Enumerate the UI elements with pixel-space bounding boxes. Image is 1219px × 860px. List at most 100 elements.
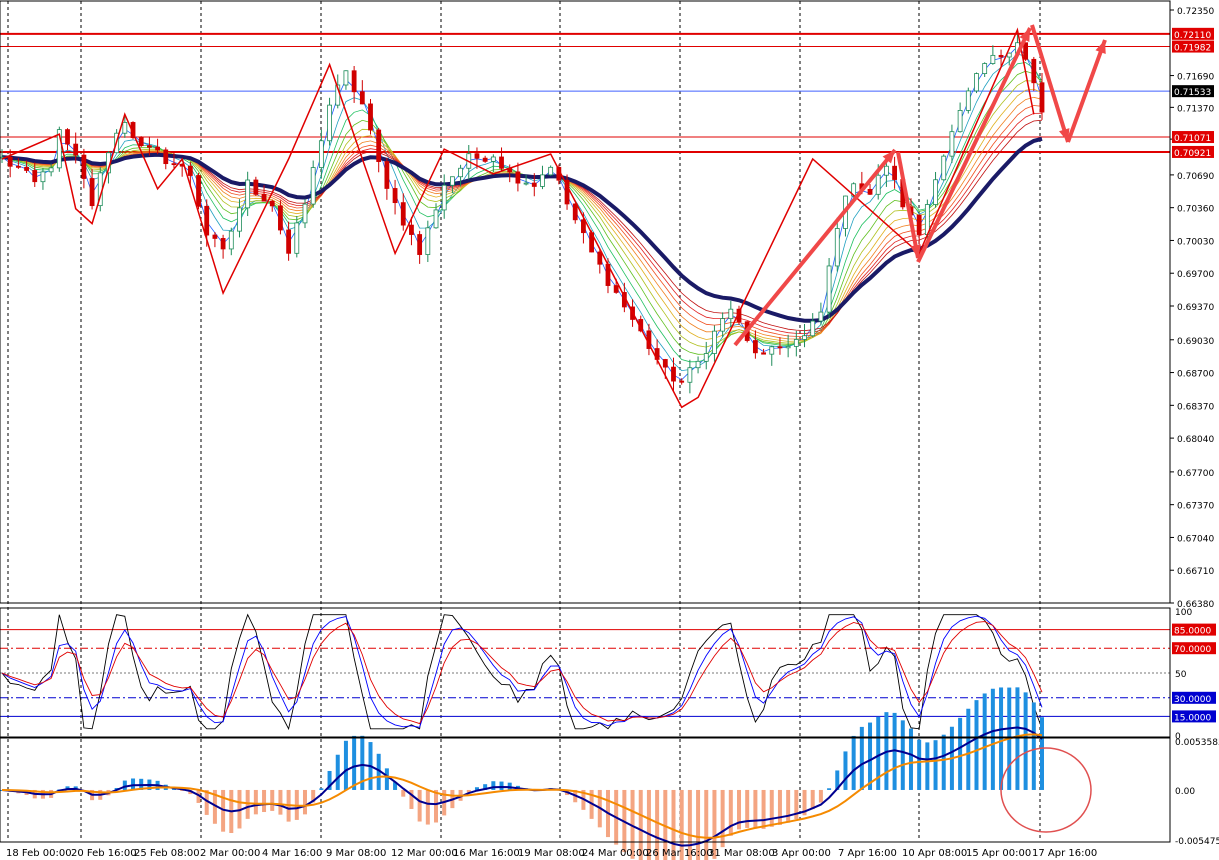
price-axis-label: 0.69030 bbox=[1177, 337, 1214, 347]
macd-histogram-bar bbox=[851, 735, 856, 790]
price-axis-label: 0.69370 bbox=[1177, 303, 1214, 313]
candle-body bbox=[1023, 42, 1029, 60]
macd-histogram-bar bbox=[990, 688, 995, 790]
candle-body bbox=[531, 182, 537, 187]
candle-body bbox=[220, 238, 226, 250]
price-axis-label: 0.71370 bbox=[1177, 104, 1214, 114]
oscillator-level-label: 85.0000 bbox=[1174, 627, 1211, 637]
macd-histogram-bar bbox=[1023, 692, 1028, 790]
candle-body bbox=[793, 339, 799, 347]
candle-body bbox=[15, 165, 21, 168]
candle-body bbox=[40, 171, 46, 183]
candle-body bbox=[1006, 52, 1012, 58]
oscillator-axis-label: 50 bbox=[1175, 670, 1187, 680]
macd-histogram-bar bbox=[859, 726, 864, 790]
candle-body bbox=[449, 176, 455, 186]
price-axis-label: 0.70030 bbox=[1177, 237, 1214, 247]
candle-body bbox=[24, 166, 29, 171]
candle-body bbox=[785, 346, 791, 349]
candle-body bbox=[245, 179, 251, 209]
candle-body bbox=[572, 203, 578, 221]
candle-body bbox=[540, 174, 545, 187]
macd-histogram-bar bbox=[769, 789, 774, 827]
candle-body bbox=[974, 73, 979, 92]
macd-histogram-bar bbox=[1040, 717, 1044, 790]
candle-body bbox=[351, 70, 357, 93]
macd-histogram-bar bbox=[720, 789, 725, 848]
macd-histogram-bar bbox=[827, 788, 832, 790]
price-axis-label: 0.70690 bbox=[1177, 172, 1214, 182]
candle-body bbox=[294, 222, 300, 254]
time-axis-label: 17 Apr 16:00 bbox=[1032, 848, 1097, 859]
candle-body bbox=[834, 228, 840, 267]
candle-body bbox=[712, 330, 717, 354]
candle-body bbox=[679, 380, 685, 383]
time-axis-label: 2 Mar 00:00 bbox=[200, 848, 260, 859]
candle-body bbox=[687, 367, 693, 383]
macd-histogram-bar bbox=[761, 789, 766, 829]
candle-body bbox=[147, 145, 152, 148]
candle-body bbox=[228, 230, 234, 250]
macd-histogram-bar bbox=[434, 789, 439, 823]
candle-body bbox=[826, 265, 832, 313]
macd-histogram-bar bbox=[1031, 702, 1036, 790]
candle-body bbox=[728, 308, 734, 320]
time-axis-label: 10 Apr 08:00 bbox=[902, 848, 967, 859]
macd-histogram-bar bbox=[786, 789, 791, 823]
candle-body bbox=[212, 234, 218, 239]
macd-histogram-bar bbox=[245, 789, 250, 819]
price-tag-label: 0.71533 bbox=[1174, 88, 1211, 98]
candle-body bbox=[892, 165, 897, 180]
candle-body bbox=[196, 175, 201, 207]
candle-body bbox=[441, 184, 447, 211]
price-axis-label: 0.68370 bbox=[1177, 402, 1214, 412]
macd-histogram-bar bbox=[868, 722, 873, 790]
candle-body bbox=[941, 155, 947, 181]
macd-histogram-bar bbox=[491, 781, 496, 790]
price-axis-label: 0.68700 bbox=[1177, 370, 1214, 380]
macd-histogram-bar bbox=[425, 789, 430, 825]
price-axis-label: 0.70360 bbox=[1177, 205, 1214, 215]
macd-histogram-bar bbox=[319, 788, 324, 790]
macd-histogram-bar bbox=[499, 781, 504, 790]
time-axis-label: 16 Mar 16:00 bbox=[453, 848, 520, 859]
macd-histogram-bar bbox=[999, 687, 1004, 790]
chart-canvas: 85.000070.000030.000015.0000100500 0.005… bbox=[0, 0, 1219, 860]
candle-body bbox=[818, 311, 824, 322]
macd-histogram-bar bbox=[131, 778, 136, 790]
price-axis-label: 0.71690 bbox=[1177, 73, 1214, 83]
time-axis-label: 26 Mar 16:00 bbox=[646, 848, 713, 859]
macd-histogram-bar bbox=[974, 700, 979, 790]
candle-body bbox=[122, 122, 128, 134]
macd-histogram-bar bbox=[917, 739, 922, 790]
macd-histogram-bar bbox=[401, 789, 406, 797]
macd-histogram-bar bbox=[900, 720, 905, 790]
candle-body bbox=[65, 129, 70, 145]
price-axis-label: 0.72350 bbox=[1177, 7, 1214, 17]
candle-body bbox=[73, 143, 79, 156]
candle-body bbox=[933, 179, 938, 205]
candle-body bbox=[810, 320, 816, 337]
candle-body bbox=[163, 149, 169, 165]
macd-histogram-bar bbox=[966, 708, 971, 790]
time-axis-label: 24 Mar 00:00 bbox=[582, 848, 649, 859]
macd-histogram-bar bbox=[753, 789, 758, 829]
price-tag-label: 0.70921 bbox=[1174, 149, 1211, 159]
macd-axis-label: -0.005475 bbox=[1175, 837, 1219, 847]
candle-body bbox=[703, 353, 709, 362]
candle-body bbox=[458, 167, 463, 178]
time-axis: 18 Feb 00:00 20 Feb 16:0025 Feb 08:00 2 Ma… bbox=[6, 848, 1097, 859]
price-axis-label: 0.66380 bbox=[1177, 600, 1214, 610]
oscillator-level-label: 70.0000 bbox=[1174, 645, 1211, 655]
candle-body bbox=[261, 193, 267, 202]
candle-body bbox=[359, 91, 365, 105]
candle-body bbox=[720, 318, 726, 332]
candle-body bbox=[752, 340, 758, 354]
candle-body bbox=[613, 285, 619, 293]
price-tag-label: 0.72110 bbox=[1174, 31, 1211, 41]
candle-body bbox=[409, 224, 414, 235]
macd-axis-label: 0.00 bbox=[1175, 787, 1195, 797]
candle-body bbox=[318, 140, 324, 168]
price-axis-label: 0.67040 bbox=[1177, 534, 1214, 544]
macd-histogram-bar bbox=[302, 789, 307, 815]
